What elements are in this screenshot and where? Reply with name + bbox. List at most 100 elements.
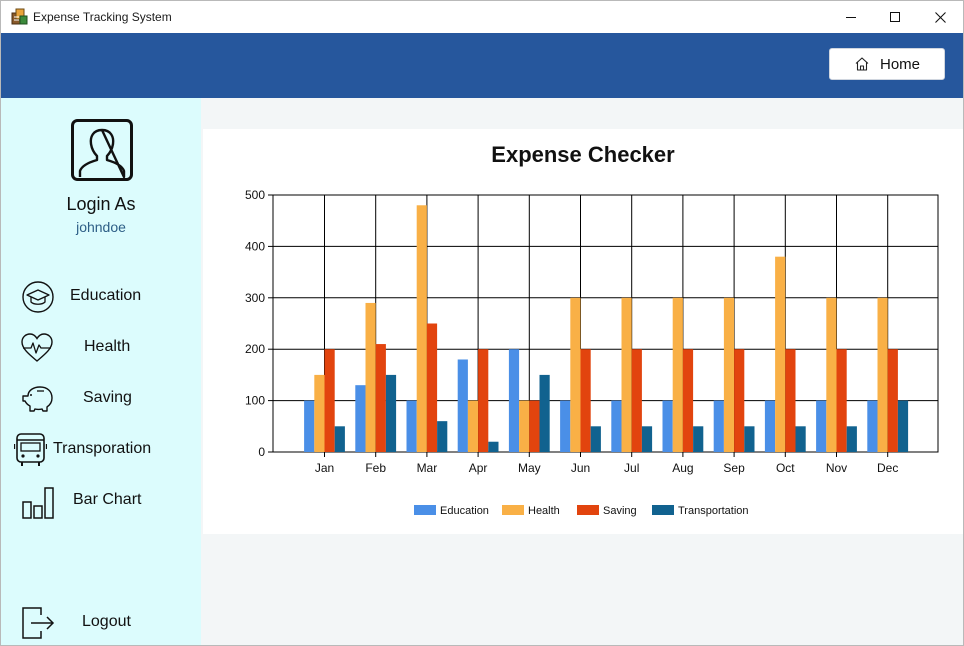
legend-label: Education [440,505,489,517]
bar-transportation-mar [437,421,448,452]
user-avatar-icon [71,119,133,181]
sidebar-item-label: Transporation [53,440,152,457]
bar-education-jun [560,400,571,452]
bar-transportation-may [539,374,550,452]
bar-transportation-jan [334,426,345,452]
bar-education-jan [304,400,315,452]
heart-pulse-icon [21,333,53,362]
bar-saving-feb [375,344,386,452]
window-title: Expense Tracking System [33,10,172,24]
top-bar: Home [1,33,963,98]
bar-education-sep [713,400,724,452]
bar-education-aug [662,400,673,452]
bar-saving-sep [734,349,745,452]
bar-saving-mar [426,323,438,452]
piggy-bank-icon [22,386,53,412]
y-tick-label: 500 [245,188,265,202]
bar-transportation-apr [488,441,499,452]
legend-label: Saving [603,505,637,517]
bar-health-apr [467,400,479,452]
logout-icon [22,607,55,639]
bar-saving-oct [785,349,796,452]
x-tick-label: Mar [417,461,438,475]
bar-transportation-jul [641,426,653,452]
graduation-cap-icon [22,281,54,313]
expense-bar-chart: 0 100 200 300 400 500 Jan Feb Mar Apr May Jun Jul Aug… [245,188,939,517]
bar-saving-jan [324,349,335,452]
bar-saving-may [529,400,540,452]
sidebar-item-label: Education [70,287,142,304]
y-tick-label: 300 [245,291,265,305]
bar-education-oct [764,400,776,452]
bar-saving-aug [682,349,694,452]
bar-transportation-nov [846,426,857,452]
bar-health-jun [570,297,581,452]
x-tick-label: Nov [826,461,847,475]
bar-health-jul [621,297,632,452]
sidebar-item-education[interactable]: Education [1,277,201,317]
sidebar-item-transportation[interactable]: Transporation [1,430,201,470]
close-button[interactable] [917,1,963,33]
app-window: Expense Tracking System Home Login As jo… [0,0,964,646]
bar-transportation-dec [897,400,909,452]
bar-transportation-aug [693,426,704,452]
x-tick-label: Oct [776,461,795,475]
y-tick-label: 200 [245,342,265,356]
maximize-button[interactable] [872,1,918,33]
bar-health-sep [723,297,735,452]
bar-saving-apr [478,349,489,452]
x-tick-label: Sep [723,461,745,475]
bar-transportation-oct [795,426,806,452]
title-bar: Expense Tracking System [1,1,963,33]
home-button[interactable]: Home [829,48,945,80]
login-label: Login As [66,194,136,214]
y-tick-label: 100 [245,394,265,408]
y-tick-label: 400 [245,239,265,253]
bar-education-apr [457,359,468,452]
bar-education-dec [867,400,878,452]
sidebar-item-label: Saving [83,389,132,406]
x-tick-label: Jul [624,461,639,475]
sidebar-item-bar-chart[interactable]: Bar Chart [1,481,201,521]
x-tick-label: Dec [877,461,898,475]
minimize-icon [846,17,856,18]
bar-chart-icon [22,487,54,519]
x-tick-label: Jun [571,461,590,475]
x-tick-label: Aug [672,461,693,475]
x-tick-label: Jan [315,461,334,475]
bar-saving-jul [631,349,642,452]
bar-health-feb [365,302,376,452]
legend-label: Health [528,505,560,517]
bar-health-oct [775,256,786,452]
sidebar-item-health[interactable]: Health [1,328,201,368]
main-content: Expense Checker 0 100 200 300 400 500 Jan Feb Ma… [201,98,963,645]
bar-saving-nov [836,349,847,452]
app-icon [11,8,28,25]
legend-swatch [652,505,674,515]
minimize-button[interactable] [828,1,874,33]
bar-education-may [508,349,520,452]
x-tick-label: May [518,461,541,475]
legend-label: Transportation [678,505,749,517]
bar-saving-dec [887,349,898,452]
logout-button[interactable]: Logout [1,603,201,643]
logout-label: Logout [82,613,131,630]
close-icon [934,11,946,23]
x-tick-label: Apr [469,461,488,475]
bar-health-mar [416,205,427,452]
username: johndoe [76,219,126,235]
sidebar: Login As johndoe Education Health Saving… [1,98,201,645]
sidebar-item-saving[interactable]: Saving [1,379,201,419]
legend-swatch [502,505,524,515]
bar-education-feb [355,385,366,452]
legend-swatch [414,505,436,515]
sidebar-item-label: Health [84,338,131,355]
bar-transportation-sep [744,426,755,452]
bar-saving-jun [580,349,591,452]
bar-health-aug [672,297,683,452]
chart-panel: Expense Checker 0 100 200 300 400 500 Jan Feb Ma… [203,129,963,534]
bar-transportation-feb [385,374,397,452]
bar-health-dec [877,297,888,452]
bar-health-nov [826,297,837,452]
bus-icon [14,433,47,466]
